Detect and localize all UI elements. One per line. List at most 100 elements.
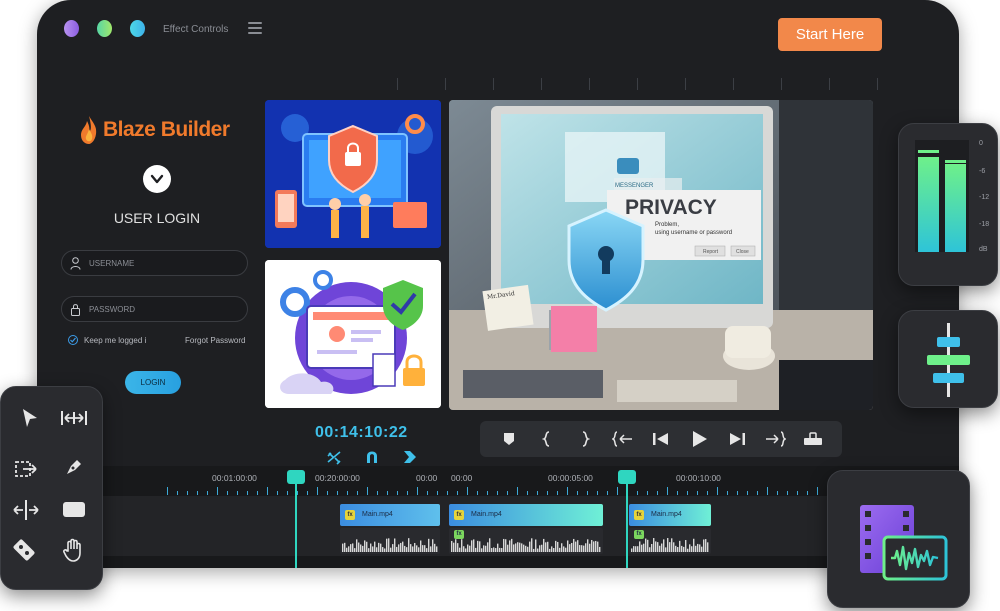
messenger-label: MESSENGER	[615, 183, 654, 189]
clip-name: Main.mp4	[362, 511, 393, 518]
export-frame-icon[interactable]	[800, 429, 826, 449]
timecode[interactable]: 00:14:10:22	[315, 424, 408, 442]
waveform-bar	[418, 547, 420, 552]
go-to-in-icon[interactable]	[610, 429, 636, 449]
timeline-tick	[807, 491, 808, 495]
timeline-tick	[497, 491, 498, 495]
timeline-tick	[377, 491, 378, 495]
fx-badge: fx	[345, 510, 355, 520]
login-heading: USER LOGIN	[113, 210, 201, 226]
audio-meter-panel: 0 -6 -12 -18 dB	[898, 123, 998, 286]
waveform-bar	[455, 539, 457, 552]
waveform-bar	[346, 547, 348, 552]
marker-icon[interactable]	[496, 429, 522, 449]
waveform-bar	[410, 544, 412, 552]
in-point-icon[interactable]	[534, 429, 560, 449]
audio-clip[interactable]: fx	[449, 528, 603, 554]
waveform-bar	[451, 540, 453, 552]
window-dot-green[interactable]	[97, 20, 112, 37]
waveform-bar	[362, 545, 364, 552]
video-clip[interactable]: fx Main.mp4	[449, 504, 603, 526]
timeline-tick	[197, 491, 198, 495]
window-dot-purple[interactable]	[64, 20, 79, 37]
waveform-bar	[483, 545, 485, 552]
waveform-bar	[384, 548, 386, 552]
waveform-bar	[679, 540, 681, 552]
waveform-bar	[543, 538, 545, 552]
playhead-line[interactable]	[295, 478, 297, 568]
playhead-handle[interactable]	[287, 470, 305, 484]
window-dot-blue[interactable]	[130, 20, 145, 37]
avatar-toggle[interactable]	[143, 165, 171, 193]
pen-icon[interactable]	[59, 452, 89, 482]
play-icon[interactable]	[686, 429, 712, 449]
hamburger-menu-icon[interactable]	[248, 22, 262, 34]
forgot-password-link[interactable]: Forgot Password	[185, 336, 245, 345]
go-to-out-icon[interactable]	[762, 429, 788, 449]
waveform-bar	[388, 538, 390, 552]
waveform-bar	[499, 547, 501, 552]
username-field[interactable]	[61, 250, 248, 276]
waveform-bar	[669, 542, 671, 552]
align-center-icon[interactable]	[899, 311, 999, 409]
media-thumbnail-profile[interactable]	[265, 260, 441, 408]
waveform-bar	[587, 539, 589, 552]
timeline-tick	[297, 491, 298, 495]
link-icon[interactable]	[325, 449, 343, 465]
razor-icon[interactable]	[9, 535, 39, 565]
waveform-bar	[663, 539, 665, 552]
meter-scale-label: 0	[979, 140, 983, 147]
playhead-line[interactable]	[626, 478, 628, 568]
waveform-bar	[685, 540, 687, 552]
timeline-ruler[interactable]	[167, 487, 858, 495]
track-select-icon[interactable]	[11, 454, 41, 484]
audio-clip[interactable]: fx	[629, 528, 711, 554]
timeline-label: 00:00:10:00	[676, 473, 721, 483]
media-thumbnail-security[interactable]	[265, 100, 441, 248]
ruler-tick	[589, 78, 590, 90]
hand-icon[interactable]	[59, 535, 89, 565]
slip-icon[interactable]	[11, 495, 41, 525]
username-input[interactable]	[89, 258, 239, 268]
start-here-button[interactable]: Start Here	[778, 18, 882, 51]
out-point-icon[interactable]	[572, 429, 598, 449]
timeline-tick	[177, 491, 178, 495]
timeline-tick	[187, 491, 188, 495]
rectangle-icon[interactable]	[59, 495, 89, 525]
login-button[interactable]: LOGIN	[125, 371, 181, 394]
pointer-icon[interactable]	[15, 403, 45, 433]
waveform-bar	[589, 543, 591, 552]
video-audio-icon[interactable]	[828, 471, 971, 609]
timeline-tick	[427, 491, 428, 495]
ripple-edit-icon[interactable]	[59, 403, 89, 433]
marker-snap-icon[interactable]	[401, 449, 419, 465]
waveform-bar	[651, 543, 653, 552]
timeline-tick	[767, 487, 768, 495]
clip-name: Main.mp4	[471, 511, 502, 518]
waveform-bar	[507, 544, 509, 552]
timeline-tick	[797, 491, 798, 495]
step-back-icon[interactable]	[648, 429, 674, 449]
waveform-bar	[521, 543, 523, 552]
remember-checkbox[interactable]	[68, 335, 78, 345]
waveform-bar	[523, 544, 525, 552]
waveform-bar	[703, 539, 705, 552]
timeline-tick	[387, 491, 388, 495]
timeline-tick	[447, 491, 448, 495]
timeline[interactable]: 00:01:00:00 00:20:00:00 00:00 00:00 00:0…	[37, 466, 959, 568]
program-monitor[interactable]: MESSENGER PRIVACY Problem, using usernam…	[449, 100, 873, 410]
waveform-bar	[497, 543, 499, 552]
video-clip[interactable]: fx Main.mp4	[340, 504, 440, 526]
step-forward-icon[interactable]	[724, 429, 750, 449]
ruler-tick	[445, 78, 446, 90]
password-field[interactable]	[61, 296, 248, 322]
magnet-icon[interactable]	[363, 449, 381, 465]
waveform-bar	[354, 548, 356, 552]
waveform-bar	[575, 541, 577, 552]
audio-clip[interactable]	[340, 528, 440, 554]
video-clip[interactable]: fx Main.mp4	[629, 504, 711, 526]
playhead-handle[interactable]	[618, 470, 636, 484]
tools-panel	[0, 386, 103, 590]
password-input[interactable]	[89, 304, 239, 314]
remember-me[interactable]: Keep me logged i	[68, 335, 146, 345]
